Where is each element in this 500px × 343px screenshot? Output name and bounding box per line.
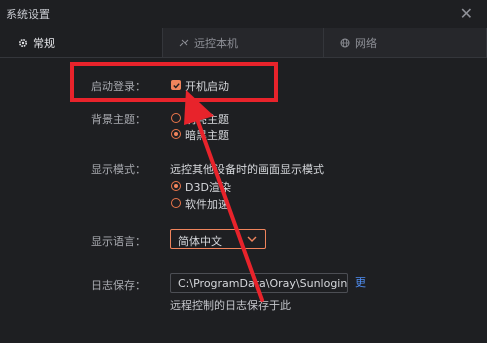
right-margin (487, 0, 500, 343)
log-label: 日志保存： (91, 279, 146, 292)
language-select-value: 简体中文 (178, 235, 222, 248)
tab-remote-control[interactable]: 远控本机 (163, 28, 324, 57)
log-path-field[interactable]: C:\ProgramData\Oray\SunloginC (170, 273, 348, 293)
log-change-link[interactable]: 更 (355, 274, 366, 290)
display-mode-label: 显示模式： (91, 163, 146, 176)
annotation-highlight-box (70, 62, 278, 102)
display-software-radio[interactable] (171, 198, 181, 208)
title-bar: 系统设置 ✕ (0, 0, 487, 28)
theme-dark-radio[interactable] (171, 129, 181, 139)
display-d3d-radio[interactable] (171, 181, 181, 191)
tab-general[interactable]: 常规 (0, 28, 163, 57)
log-hint: 远程控制的日志保存于此 (170, 299, 291, 312)
display-d3d-label[interactable]: D3D渲染 (185, 179, 231, 195)
tab-remote-control-label: 远控本机 (194, 36, 238, 50)
theme-dark-label[interactable]: 暗黑主题 (185, 127, 229, 143)
tab-network-label: 网络 (355, 36, 377, 50)
display-software-label[interactable]: 软件加速 (185, 196, 229, 212)
language-select[interactable]: 简体中文 (170, 229, 266, 249)
theme-light-radio[interactable] (171, 113, 181, 123)
globe-icon (340, 38, 350, 47)
window-title: 系统设置 (6, 8, 50, 21)
chevron-down-icon (247, 236, 257, 242)
theme-light-label[interactable]: 明亮主题 (185, 111, 229, 127)
language-label: 显示语言： (91, 235, 146, 248)
tab-network[interactable]: 网络 (324, 28, 487, 57)
display-mode-description: 远控其他设备时的画面显示模式 (170, 163, 324, 176)
gear-icon (18, 38, 28, 47)
tab-general-label: 常规 (33, 36, 55, 50)
tab-bar: 常规 远控本机 网络 (0, 28, 487, 58)
link-icon (179, 39, 189, 46)
log-path-value: C:\ProgramData\Oray\SunloginC (178, 277, 348, 290)
theme-label: 背景主题： (91, 113, 146, 126)
close-icon[interactable]: ✕ (460, 4, 473, 23)
settings-dialog: 系统设置 ✕ 常规 远控本机 网络 启动登录： 开机启动 背景主题： 明亮主题 … (0, 0, 487, 343)
